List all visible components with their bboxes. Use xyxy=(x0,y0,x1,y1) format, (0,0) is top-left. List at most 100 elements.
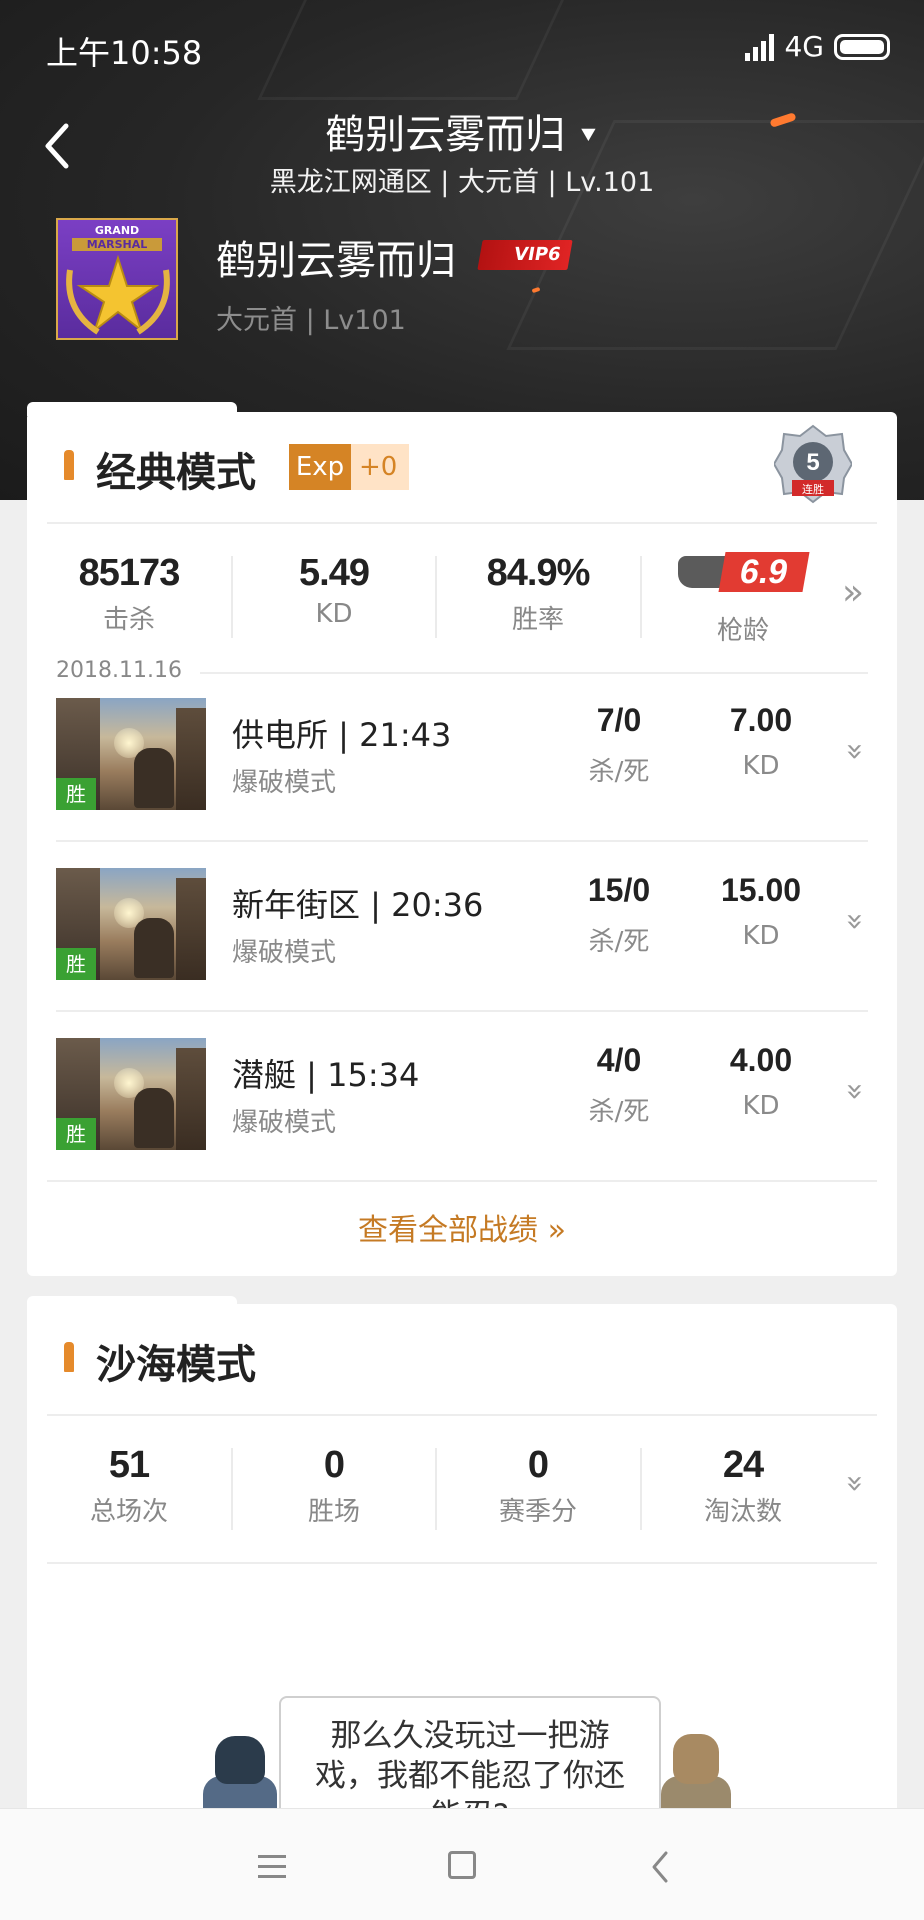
expand-chevron-icon[interactable]: » xyxy=(838,912,873,930)
match-kills-deaths: 4/0 杀/死 xyxy=(554,1012,684,1128)
match-kd: 15.00 KD xyxy=(696,842,826,951)
stat-value: 5.49 xyxy=(299,552,370,594)
divider xyxy=(640,556,642,638)
home-icon[interactable] xyxy=(448,1851,476,1879)
win-badge: 胜 xyxy=(56,1118,96,1150)
stat-value: 24 xyxy=(722,1444,764,1486)
player-name: 鹤别云雾而归 xyxy=(216,238,456,284)
divider xyxy=(47,1414,877,1416)
stat-total-matches: 51 总场次 xyxy=(34,1444,224,1528)
system-navigation-bar xyxy=(0,1808,924,1920)
expand-chevron-icon[interactable]: » xyxy=(838,1474,873,1492)
double-chevron-right-icon[interactable]: » xyxy=(842,572,864,613)
divider xyxy=(435,556,437,638)
win-streak-badge-icon: 5 连胜 xyxy=(774,424,852,504)
kd-label: KD xyxy=(742,751,780,781)
stat-value: 0 xyxy=(323,1444,345,1486)
inactivity-tip: 那么久没玩过一把游戏，我都不能忍了你还能忍? xyxy=(27,1570,897,1810)
gun-age-value: 6.9 xyxy=(718,552,810,592)
rank-avatar: GRAND MARSHAL xyxy=(56,218,178,340)
map-thumbnail: 胜 xyxy=(56,698,206,810)
match-title: 新年街区 | 20:36 xyxy=(232,886,484,924)
kd-value: 4.00 xyxy=(729,1042,793,1078)
kills-deaths-label: 杀/死 xyxy=(588,1097,650,1127)
vip-badge: VIP6 xyxy=(477,240,574,270)
stat-kills: 85173 击杀 xyxy=(34,552,224,636)
avatar-text: GRAND xyxy=(94,224,140,237)
desert-mode-title: 沙海模式 xyxy=(96,1342,256,1388)
vip-label: VIP6 xyxy=(512,244,563,265)
stat-label: 击杀 xyxy=(102,605,155,635)
menu-icon[interactable] xyxy=(258,1855,286,1879)
classic-mode-title: 经典模式 xyxy=(96,450,256,496)
divider xyxy=(640,1448,642,1530)
match-mode: 爆破模式 xyxy=(232,768,337,798)
match-kd: 7.00 KD xyxy=(696,672,826,781)
stat-value: 51 xyxy=(108,1444,150,1486)
soldier-character-right xyxy=(661,1734,731,1810)
status-time: 上午10:58 xyxy=(46,34,203,72)
divider xyxy=(47,1180,877,1182)
divider xyxy=(47,1562,877,1564)
match-mode: 爆破模式 xyxy=(232,938,337,968)
stat-value: 0 xyxy=(527,1444,549,1486)
divider xyxy=(231,556,233,638)
expand-chevron-icon[interactable]: » xyxy=(838,742,873,760)
network-type: 4G xyxy=(784,30,824,63)
stat-label: 胜场 xyxy=(307,1497,360,1527)
map-thumbnail: 胜 xyxy=(56,1038,206,1150)
status-bar: 上午10:58 4G xyxy=(0,0,924,96)
speech-bubble: 那么久没玩过一把游戏，我都不能忍了你还能忍? xyxy=(279,1696,661,1810)
player-rank-level: 大元首 | Lv101 xyxy=(216,305,406,336)
stat-eliminations: 24 淘汰数 xyxy=(648,1444,838,1528)
streak-count: 5 xyxy=(806,449,819,476)
kills-deaths-value: 15/0 xyxy=(587,872,651,908)
stat-win-rate: 84.9% 胜率 xyxy=(443,552,633,636)
signal-icon xyxy=(745,33,775,61)
kd-value: 7.00 xyxy=(729,702,793,738)
battery-icon xyxy=(834,33,890,60)
stat-value: 85173 xyxy=(78,552,181,594)
kills-deaths-value: 7/0 xyxy=(596,702,642,738)
kd-label: KD xyxy=(742,1091,780,1121)
match-kills-deaths: 7/0 杀/死 xyxy=(554,672,684,788)
divider xyxy=(435,1448,437,1530)
star-emblem-icon xyxy=(66,254,170,335)
kills-deaths-label: 杀/死 xyxy=(588,757,650,787)
back-icon[interactable] xyxy=(646,1849,676,1885)
stat-label: KD xyxy=(315,599,353,629)
gun-age-label: 枪龄 xyxy=(716,616,769,646)
match-title: 供电所 | 21:43 xyxy=(232,716,452,754)
divider xyxy=(47,522,877,524)
match-row[interactable]: 胜 潜艇 | 15:34 爆破模式 4/0 杀/死 4.00 KD » xyxy=(56,1012,873,1182)
expand-chevron-icon[interactable]: » xyxy=(838,1082,873,1100)
match-mode: 爆破模式 xyxy=(232,1108,337,1138)
chevron-down-icon: ⯆ xyxy=(577,121,599,152)
soldier-character-left xyxy=(203,1736,277,1810)
win-badge: 胜 xyxy=(56,778,96,810)
kills-deaths-label: 杀/死 xyxy=(588,927,650,957)
bullet-icon xyxy=(64,450,74,480)
stat-label: 赛季分 xyxy=(498,1497,577,1527)
match-row[interactable]: 胜 供电所 | 21:43 爆破模式 7/0 杀/死 7.00 KD » xyxy=(56,672,873,842)
bullet-icon xyxy=(64,1342,74,1372)
status-icons: 4G xyxy=(745,30,890,63)
kd-label: KD xyxy=(742,921,780,951)
map-thumbnail: 胜 xyxy=(56,868,206,980)
stat-kd: 5.49 KD xyxy=(239,552,429,629)
streak-label: 连胜 xyxy=(802,482,824,496)
gun-age-badge: 6.9 xyxy=(678,550,810,594)
kd-value: 15.00 xyxy=(720,872,802,908)
match-row[interactable]: 胜 新年街区 | 20:36 爆破模式 15/0 杀/死 15.00 KD » xyxy=(56,842,873,1012)
account-name: 鹤别云雾而归 xyxy=(325,112,566,158)
stat-label: 胜率 xyxy=(511,605,564,635)
match-kills-deaths: 15/0 杀/死 xyxy=(554,842,684,958)
divider xyxy=(231,1448,233,1530)
account-switcher[interactable]: 鹤别云雾而归 ⯆ xyxy=(0,102,924,160)
match-kd: 4.00 KD xyxy=(696,1012,826,1121)
kills-deaths-value: 4/0 xyxy=(596,1042,642,1078)
view-all-records-link[interactable]: 查看全部战绩 » xyxy=(0,1205,924,1249)
stat-value: 84.9% xyxy=(486,552,591,594)
account-subtitle: 黑龙江网通区 | 大元首 | Lv.101 xyxy=(269,167,655,198)
stat-season-score: 0 赛季分 xyxy=(443,1444,633,1528)
